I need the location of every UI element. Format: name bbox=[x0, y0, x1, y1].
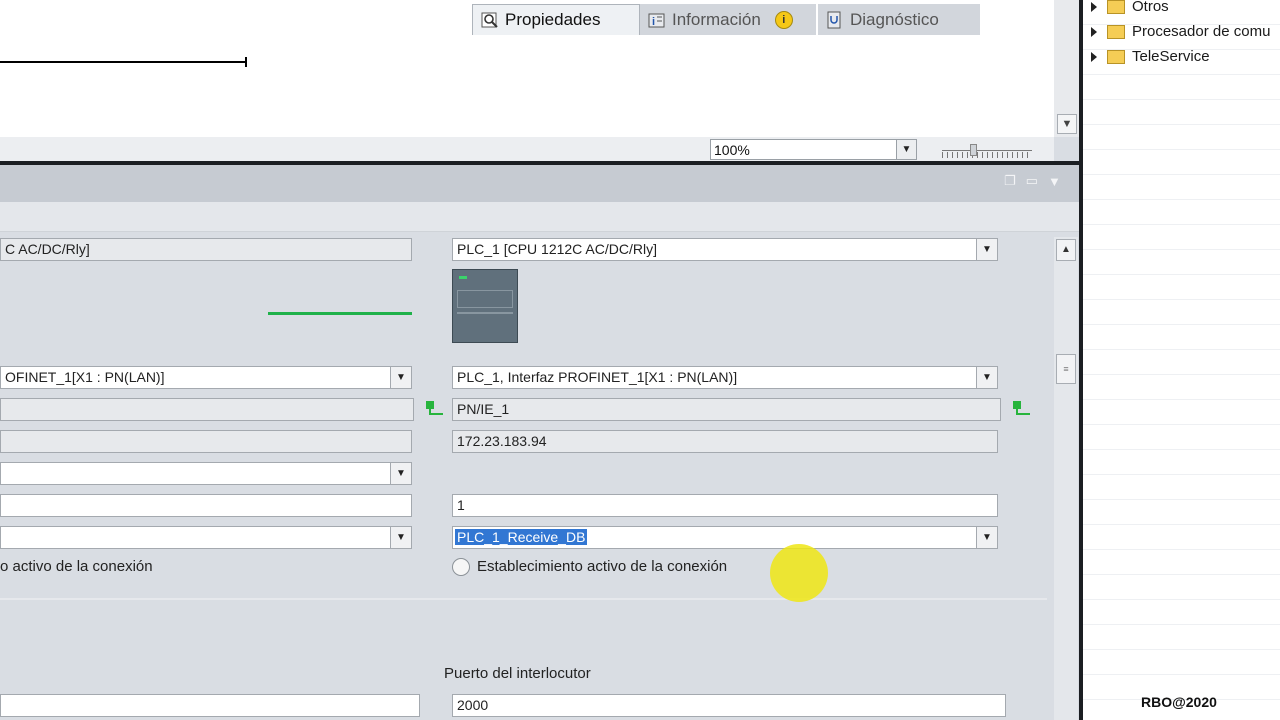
tree-item-label: Procesador de comu bbox=[1132, 23, 1271, 40]
scroll-down-button[interactable]: ▼ bbox=[1057, 114, 1077, 134]
local-subnet-field bbox=[0, 398, 414, 421]
expand-arrow-icon[interactable] bbox=[1091, 1, 1097, 12]
info-badge-icon: i bbox=[774, 10, 793, 29]
partner-endpoint-select[interactable]: PLC_1 [CPU 1212C AC/DC/Rly] ▼ bbox=[452, 238, 998, 261]
chevron-down-icon[interactable]: ▼ bbox=[390, 463, 411, 484]
chevron-down-icon[interactable]: ▼ bbox=[896, 140, 916, 159]
tab-information[interactable]: i Información i bbox=[640, 4, 816, 35]
tree-item-otros[interactable]: Otros bbox=[1083, 0, 1280, 19]
folder-icon bbox=[1107, 49, 1125, 64]
tree-item-teleservice[interactable]: TeleService bbox=[1083, 44, 1280, 69]
network-icon bbox=[1013, 401, 1030, 415]
partner-interface-value: PLC_1, Interfaz PROFINET_1[X1 : PN(LAN)] bbox=[457, 369, 738, 385]
chevron-down-icon[interactable]: ▼ bbox=[390, 367, 411, 388]
chevron-down-icon[interactable]: ▼ bbox=[390, 527, 411, 548]
inspector-tab-bar bbox=[0, 165, 1079, 202]
plc-module-stripe bbox=[457, 312, 513, 314]
plc-led bbox=[459, 276, 467, 279]
network-icon bbox=[426, 401, 443, 415]
tree-item-label: Otros bbox=[1132, 0, 1169, 15]
local-active-establishment-label[interactable]: o activo de la conexión bbox=[0, 558, 153, 575]
network-icon-node bbox=[426, 401, 434, 409]
properties-icon bbox=[481, 11, 499, 29]
maximize-icon[interactable]: ▭ bbox=[1026, 173, 1038, 189]
partner-address-field: 172.23.183.94 bbox=[452, 430, 998, 453]
chevron-down-icon[interactable]: ▼ bbox=[976, 239, 997, 260]
local-address-field bbox=[0, 430, 412, 453]
watermark-text: RBO@2020 bbox=[1141, 694, 1217, 710]
network-connection-line[interactable] bbox=[0, 61, 247, 63]
expand-arrow-icon[interactable] bbox=[1091, 51, 1097, 62]
partner-port-label: Puerto del interlocutor bbox=[444, 665, 591, 682]
partner-subnet-value: PN/IE_1 bbox=[457, 401, 510, 417]
connection-type-select[interactable]: ▼ bbox=[0, 462, 412, 485]
tab-properties-label: Propiedades bbox=[505, 10, 601, 29]
catalog-tree: Otros Procesador de comu TeleService bbox=[1083, 0, 1280, 720]
local-interface-value: OFINET_1[X1 : PN(LAN)] bbox=[5, 369, 165, 385]
tab-diagnostics[interactable]: Diagnóstico bbox=[818, 4, 980, 35]
partner-data-block-select[interactable]: PLC_1_Receive_DB ▼ bbox=[452, 526, 998, 549]
info-tab-icon: i bbox=[648, 11, 666, 29]
chevron-down-icon[interactable]: ▼ bbox=[976, 367, 997, 388]
network-icon-base bbox=[1016, 413, 1030, 415]
zoom-select[interactable]: 100% ▼ bbox=[710, 139, 917, 160]
partner-interface-select[interactable]: PLC_1, Interfaz PROFINET_1[X1 : PN(LAN)]… bbox=[452, 366, 998, 389]
tab-information-label: Información bbox=[672, 9, 761, 29]
chevron-down-icon[interactable]: ▼ bbox=[976, 527, 997, 548]
plc-device-image bbox=[452, 269, 518, 343]
folder-icon bbox=[1107, 24, 1125, 39]
tab-diagnostics-label: Diagnóstico bbox=[850, 9, 939, 29]
inspector-sub-bar bbox=[0, 202, 1079, 232]
network-icon-base bbox=[429, 413, 443, 415]
scrollbar-thumb[interactable]: ≡ bbox=[1056, 354, 1076, 384]
zoom-slider-ticks bbox=[942, 152, 1032, 158]
editor-vertical-scrollbar[interactable]: ▼ bbox=[1054, 0, 1080, 137]
collapse-icon[interactable]: ▼ bbox=[1048, 174, 1061, 189]
network-icon-node bbox=[1013, 401, 1021, 409]
tab-properties[interactable]: Propiedades bbox=[472, 4, 640, 35]
inspector-vertical-scrollbar[interactable]: ▲ ≡ bbox=[1054, 237, 1078, 720]
float-window-icon[interactable]: ❐ bbox=[1004, 173, 1016, 189]
partner-address-value: 172.23.183.94 bbox=[457, 433, 547, 449]
local-data-block-select[interactable]: ▼ bbox=[0, 526, 412, 549]
partner-active-establishment-radio[interactable] bbox=[452, 558, 470, 576]
partner-subnet-field: PN/IE_1 bbox=[452, 398, 1001, 421]
zoom-value: 100% bbox=[714, 142, 750, 158]
partner-endpoint-value: PLC_1 [CPU 1212C AC/DC/Rly] bbox=[457, 241, 657, 257]
zoom-slider-handle[interactable] bbox=[970, 144, 977, 156]
plc-module-outline bbox=[457, 290, 513, 308]
local-connection-id-input[interactable] bbox=[0, 494, 412, 517]
diagnostics-icon bbox=[826, 11, 844, 29]
partner-active-establishment-label: Establecimiento activo de la conexión bbox=[477, 558, 728, 575]
partner-connection-id-input[interactable]: 1 bbox=[452, 494, 998, 517]
local-interface-select[interactable]: OFINET_1[X1 : PN(LAN)] ▼ bbox=[0, 366, 412, 389]
local-port-input[interactable] bbox=[0, 694, 420, 717]
expand-arrow-icon[interactable] bbox=[1091, 26, 1097, 37]
partner-connection-id-value: 1 bbox=[457, 497, 465, 513]
svg-text:i: i bbox=[652, 16, 655, 28]
connection-status-line bbox=[268, 312, 412, 315]
tree-item-label: TeleService bbox=[1132, 48, 1210, 65]
cursor-highlight bbox=[770, 544, 828, 602]
local-endpoint-field: C AC/DC/Rly] bbox=[0, 238, 412, 261]
zoom-slider-track bbox=[942, 150, 1032, 151]
partner-port-input[interactable]: 2000 bbox=[452, 694, 1006, 717]
folder-icon bbox=[1107, 0, 1125, 14]
scroll-up-button[interactable]: ▲ bbox=[1056, 239, 1076, 261]
inspector-window-buttons: ❐ ▭ ▼ bbox=[1004, 172, 1074, 190]
local-endpoint-value: C AC/DC/Rly] bbox=[5, 241, 90, 257]
tree-item-procesador[interactable]: Procesador de comu bbox=[1083, 19, 1280, 44]
zoom-slider[interactable] bbox=[942, 142, 1032, 160]
connection-line-end bbox=[245, 57, 247, 67]
partner-port-value: 2000 bbox=[457, 697, 489, 713]
partner-data-block-value[interactable]: PLC_1_Receive_DB bbox=[453, 528, 589, 546]
